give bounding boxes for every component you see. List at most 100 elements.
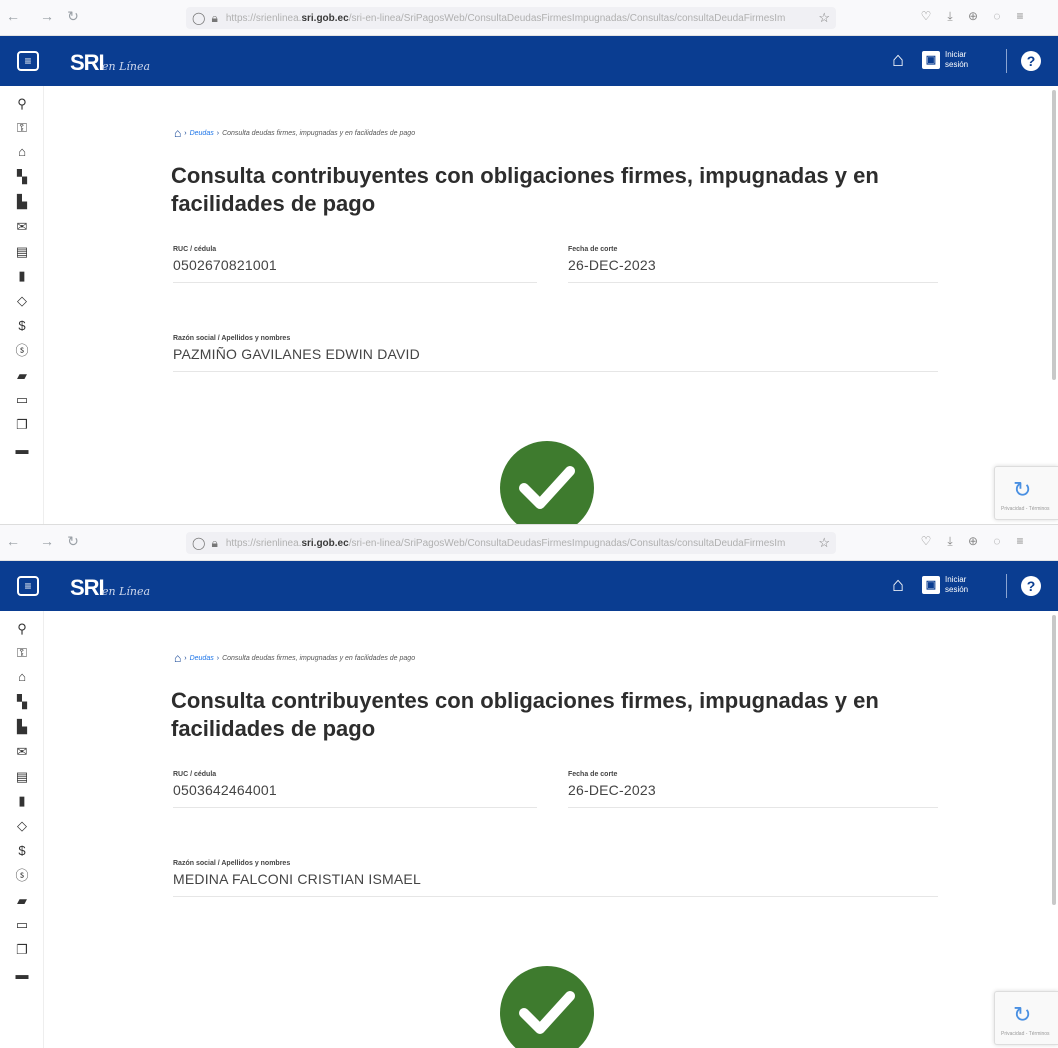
scrollbar[interactable] (1052, 90, 1056, 380)
factory-icon[interactable]: ▙ (12, 717, 32, 737)
printer-icon[interactable]: ▬ (12, 440, 32, 460)
dollar-icon[interactable]: $ (12, 841, 32, 861)
pocket-icon[interactable]: ♡ (918, 534, 934, 548)
scrollbar[interactable] (1052, 615, 1056, 905)
menu-icon[interactable]: ≡ (1012, 534, 1028, 548)
fecha-label: Fecha de corte (568, 771, 618, 778)
form-icon[interactable]: ▭ (12, 390, 32, 410)
extension-icon[interactable]: ⊕ (965, 9, 981, 23)
success-check-icon (500, 441, 594, 524)
home-icon[interactable]: ⌂ (892, 574, 904, 597)
mail-icon[interactable]: ✉ (12, 742, 32, 762)
app-header: ≡ SRI en Línea ⌂ ▣ Iniciar sesión ? (0, 36, 1058, 86)
search-icon[interactable]: ⚲ (12, 94, 32, 114)
razon-value: MEDINA FALCONI CRISTIAN ISMAEL (173, 871, 938, 897)
car-icon[interactable]: ▚ (12, 692, 32, 712)
factory-icon[interactable]: ▙ (12, 192, 32, 212)
recaptcha-badge[interactable]: ↻ Privacidad - Términos (994, 466, 1058, 520)
url-bar[interactable]: ◯ 🔒︎ https://srienlinea.sri.gob.ec/sri-e… (186, 7, 836, 29)
help-icon[interactable]: ? (1021, 576, 1041, 596)
user-icon[interactable]: ▣ (922, 576, 940, 594)
account-icon[interactable]: ◌ (989, 534, 1005, 548)
star-icon[interactable]: ☆ (818, 535, 830, 551)
tag-icon[interactable]: ◇ (12, 291, 32, 311)
mail-icon[interactable]: ✉ (12, 217, 32, 237)
forward-icon[interactable]: → (38, 8, 56, 24)
hamburger-menu-button[interactable]: ≡ (17, 51, 39, 71)
back-icon[interactable]: ← (4, 8, 22, 24)
home-icon[interactable]: ⌂ (892, 49, 904, 72)
main-content: ⌂ › Deudas › Consulta deudas firmes, impugna… (44, 611, 1058, 1048)
breadcrumb: ⌂ › Deudas › Consulta deudas firmes, impugna… (174, 651, 416, 665)
account-icon[interactable]: ◌ (989, 9, 1005, 23)
razon-label: Razón social / Apellidos y nombres (173, 335, 291, 342)
help-icon[interactable]: ? (1021, 51, 1041, 71)
breadcrumb-home-icon[interactable]: ⌂ (174, 651, 181, 665)
file-icon[interactable]: ▮ (12, 266, 32, 286)
forward-icon[interactable]: → (38, 533, 56, 549)
razon-label: Razón social / Apellidos y nombres (173, 860, 291, 867)
search-icon[interactable]: ⚲ (12, 619, 32, 639)
page-title: Consulta contribuyentes con obligaciones… (171, 688, 879, 741)
login-button[interactable]: Iniciar sesión (945, 575, 985, 595)
sri-logo[interactable]: SRI (70, 575, 105, 601)
ruc-field: RUC / cédula 0502670821001 (173, 246, 537, 283)
recaptcha-badge[interactable]: ↻ Privacidad - Términos (994, 991, 1058, 1045)
browser-toolbar: ← → ↻ ◯ 🔒︎ https://srienlinea.sri.gob.ec… (0, 525, 1058, 561)
sri-logo[interactable]: SRI (70, 50, 105, 76)
recaptcha-text[interactable]: Privacidad - Términos (1001, 506, 1050, 512)
download-icon[interactable]: ⤓ (942, 9, 958, 24)
download-icon[interactable]: ⤓ (942, 534, 958, 549)
printer-icon[interactable]: ▬ (12, 965, 32, 985)
fecha-label: Fecha de corte (568, 246, 618, 253)
bank-icon[interactable]: ⌂ (12, 142, 32, 162)
star-icon[interactable]: ☆ (818, 10, 830, 26)
extension-icon[interactable]: ⊕ (965, 534, 981, 548)
ruc-label: RUC / cédula (173, 246, 217, 253)
copy-icon[interactable]: ❐ (12, 940, 32, 960)
key-icon[interactable]: ⚿ (12, 643, 32, 663)
lock-icon: 🔒︎ (211, 535, 218, 550)
app-header: ≡ SRI en Línea ⌂ ▣ Iniciar sesión ? (0, 561, 1058, 611)
dollar-icon[interactable]: $ (12, 316, 32, 336)
breadcrumb: ⌂ › Deudas › Consulta deudas firmes, impugna… (174, 126, 416, 140)
reload-icon[interactable]: ↻ (64, 8, 82, 25)
hamburger-menu-button[interactable]: ≡ (17, 576, 39, 596)
recaptcha-icon: ↻ (1013, 1002, 1032, 1027)
login-button[interactable]: Iniciar sesión (945, 50, 985, 70)
car-icon[interactable]: ▚ (12, 167, 32, 187)
breadcrumb-link[interactable]: Deudas (190, 655, 214, 662)
back-icon[interactable]: ← (4, 533, 22, 549)
coin-icon[interactable]: ⓢ (12, 866, 32, 886)
recaptcha-icon: ↻ (1013, 477, 1032, 502)
reload-icon[interactable]: ↻ (64, 533, 82, 550)
browser-toolbar: ← → ↻ ◯ 🔒︎ https://srienlinea.sri.gob.ec… (0, 0, 1058, 36)
menu-icon[interactable]: ≡ (1012, 9, 1028, 23)
url-text: https://srienlinea.sri.gob.ec/sri-en-lin… (225, 12, 786, 24)
header-divider (1006, 574, 1007, 598)
url-bar[interactable]: ◯ 🔒︎ https://srienlinea.sri.gob.ec/sri-e… (186, 532, 836, 554)
key-icon[interactable]: ⚿ (12, 118, 32, 138)
url-text: https://srienlinea.sri.gob.ec/sri-en-lin… (225, 537, 786, 549)
breadcrumb-link[interactable]: Deudas (190, 130, 214, 137)
recaptcha-text[interactable]: Privacidad - Términos (1001, 1031, 1050, 1037)
document-icon[interactable]: ▤ (12, 767, 32, 787)
form-icon[interactable]: ▭ (12, 915, 32, 935)
file-icon[interactable]: ▮ (12, 791, 32, 811)
pocket-icon[interactable]: ♡ (918, 9, 934, 23)
user-icon[interactable]: ▣ (922, 51, 940, 69)
truck-icon[interactable]: ▰ (12, 366, 32, 386)
coin-icon[interactable]: ⓢ (12, 341, 32, 361)
ruc-value: 0503642464001 (173, 782, 537, 808)
header-divider (1006, 49, 1007, 73)
copy-icon[interactable]: ❐ (12, 415, 32, 435)
razon-field: Razón social / Apellidos y nombres PAZMI… (173, 335, 938, 372)
fecha-field: Fecha de corte 26-DEC-2023 (568, 771, 938, 808)
document-icon[interactable]: ▤ (12, 242, 32, 262)
tag-icon[interactable]: ◇ (12, 816, 32, 836)
truck-icon[interactable]: ▰ (12, 891, 32, 911)
shield-icon: ◯ (192, 11, 206, 25)
breadcrumb-home-icon[interactable]: ⌂ (174, 126, 181, 140)
sri-logo-subtitle: en Línea (102, 585, 151, 598)
bank-icon[interactable]: ⌂ (12, 667, 32, 687)
